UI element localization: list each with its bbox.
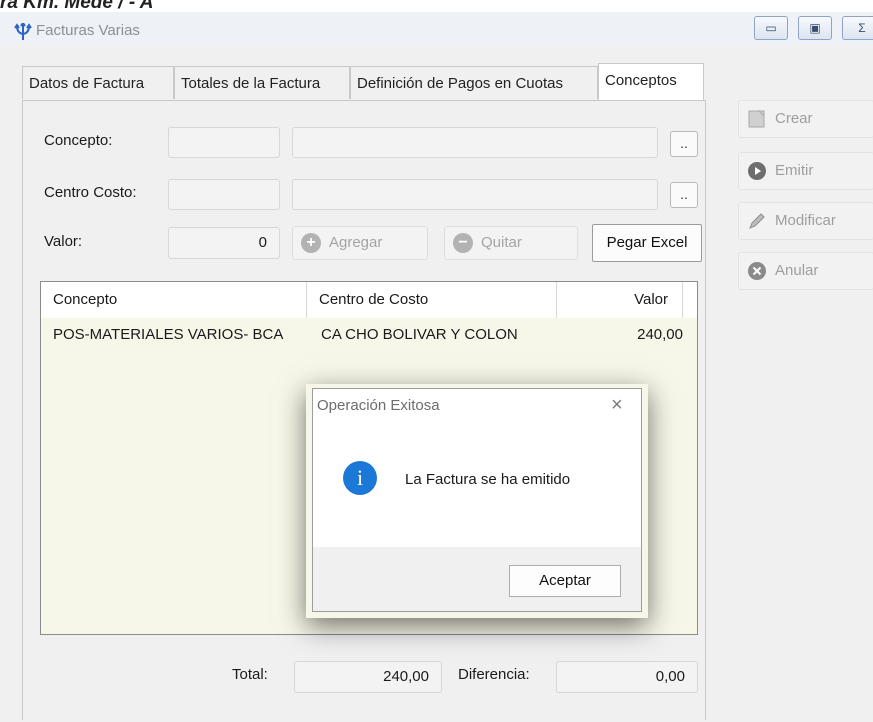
dialog-message: La Factura se ha emitido — [405, 471, 571, 488]
column-header-concepto[interactable]: Concepto — [41, 282, 307, 318]
tab-conceptos[interactable]: Conceptos — [598, 63, 704, 100]
total-label: Total: — [232, 666, 268, 683]
anular-button[interactable]: Anular — [738, 252, 873, 290]
row-valor-cell: 240,00 — [637, 326, 683, 343]
play-icon — [747, 161, 767, 181]
pencil-icon — [747, 211, 767, 231]
centro-costo-description-field[interactable] — [292, 179, 658, 210]
concepto-code-field[interactable] — [168, 127, 280, 158]
aceptar-button[interactable]: Aceptar — [509, 565, 621, 597]
info-icon: i — [343, 461, 377, 495]
tab-datos-factura[interactable]: Datos de Factura — [22, 66, 174, 99]
centro-costo-lookup-button[interactable]: .. — [670, 182, 698, 208]
tab-bar: Datos de Factura Totales de la Factura D… — [22, 63, 706, 100]
tab-totales-factura[interactable]: Totales de la Factura — [174, 66, 350, 99]
crear-button[interactable]: Crear — [738, 100, 873, 138]
plus-icon: + — [301, 233, 321, 253]
pegar-excel-button[interactable]: Pegar Excel — [592, 224, 702, 262]
emitir-label: Emitir — [775, 162, 814, 179]
table-row[interactable]: POS-MATERIALES VARIOS- BCA CA CHO BOLIVA… — [41, 318, 697, 348]
window-title: Facturas Varias — [36, 22, 140, 39]
valor-field[interactable]: 0 — [168, 227, 280, 259]
crear-label: Crear — [775, 110, 813, 127]
new-document-icon — [747, 109, 767, 129]
total-field: 240,00 — [294, 661, 442, 693]
dialog-close-icon[interactable]: × — [611, 394, 623, 417]
success-dialog: Operación Exitosa × i La Factura se ha e… — [312, 388, 642, 612]
cancel-icon — [747, 261, 767, 281]
row-concepto-cell: POS-MATERIALES VARIOS- BCA — [53, 326, 284, 343]
grid-header: Concepto Centro de Costo Valor — [41, 282, 697, 318]
quitar-button[interactable]: − Quitar — [444, 226, 578, 260]
maximize-button[interactable]: ▣ — [798, 16, 832, 40]
tab-definicion-pagos[interactable]: Definición de Pagos en Cuotas — [350, 66, 598, 99]
column-header-valor[interactable]: Valor — [557, 282, 683, 318]
diferencia-field: 0,00 — [556, 661, 698, 693]
column-header-centro-costo[interactable]: Centro de Costo — [307, 282, 557, 318]
row-centro-costo-cell: CA CHO BOLIVAR Y COLON — [321, 326, 518, 343]
concepto-lookup-button[interactable]: .. — [670, 131, 698, 157]
concepto-description-field[interactable] — [292, 127, 658, 158]
minus-icon: − — [453, 233, 473, 253]
centro-costo-code-field[interactable] — [168, 179, 280, 210]
minimize-button[interactable]: ▭ — [754, 16, 788, 40]
centro-costo-label: Centro Costo: — [44, 184, 137, 201]
app-trident-icon — [13, 21, 33, 40]
close-button[interactable]: Σ — [842, 16, 873, 40]
dialog-title: Operación Exitosa — [317, 397, 440, 414]
valor-label: Valor: — [44, 233, 83, 250]
modificar-label: Modificar — [775, 212, 836, 229]
agregar-button[interactable]: + Agregar — [292, 226, 428, 260]
modificar-button[interactable]: Modificar — [738, 202, 873, 240]
emitir-button[interactable]: Emitir — [738, 152, 873, 190]
diferencia-label: Diferencia: — [458, 666, 530, 683]
quitar-label: Quitar — [481, 234, 522, 251]
concepto-label: Concepto: — [44, 132, 113, 149]
agregar-label: Agregar — [329, 234, 383, 251]
anular-label: Anular — [775, 262, 819, 279]
